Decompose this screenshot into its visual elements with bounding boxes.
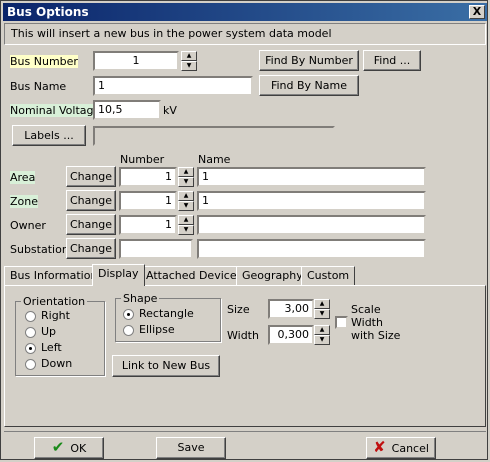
- orientation-caption: Orientation: [21, 295, 88, 308]
- owner-label: Owner: [10, 219, 46, 232]
- cross-icon: ✘: [373, 438, 386, 456]
- checkmark-icon: ✔: [51, 438, 65, 456]
- cancel-button[interactable]: ✘ Cancel: [366, 437, 436, 459]
- owner-spinner[interactable]: ▲ ▼: [178, 215, 194, 235]
- tab-bus-information[interactable]: Bus Information: [4, 266, 104, 285]
- ok-button[interactable]: ✔ OK: [34, 437, 104, 459]
- size-input[interactable]: 3,00: [268, 299, 314, 319]
- link-to-new-bus-button[interactable]: Link to New Bus: [112, 355, 220, 377]
- tab-geography[interactable]: Geography: [236, 266, 309, 285]
- scale-width-label-3: with Size: [351, 329, 401, 342]
- window-title: Bus Options: [7, 5, 89, 19]
- find-button[interactable]: Find ...: [363, 50, 421, 71]
- bus-number-label: Bus Number: [10, 55, 78, 68]
- title-bar: Bus Options X: [3, 3, 487, 21]
- spin-up-icon[interactable]: ▲: [314, 325, 330, 335]
- tab-attached-devices[interactable]: Attached Devices: [140, 266, 249, 285]
- ok-label: OK: [70, 442, 87, 455]
- save-button[interactable]: Save: [156, 437, 226, 459]
- spin-up-icon[interactable]: ▲: [314, 299, 330, 309]
- owner-number-input[interactable]: 1: [119, 215, 177, 235]
- width-label: Width: [227, 329, 259, 342]
- zone-number-input[interactable]: 1: [119, 191, 177, 211]
- zone-label: Zone: [10, 195, 39, 208]
- shape-rectangle-label: Rectangle: [139, 307, 194, 320]
- nominal-voltage-unit: kV: [163, 104, 177, 117]
- shape-caption: Shape: [121, 292, 160, 305]
- number-column-header: Number: [120, 153, 165, 166]
- labels-field: [93, 126, 335, 146]
- shape-ellipse-radio[interactable]: [123, 325, 134, 336]
- spin-down-icon[interactable]: ▼: [178, 201, 194, 211]
- owner-change-button[interactable]: Change: [66, 214, 116, 235]
- bus-name-input[interactable]: 1: [93, 76, 253, 96]
- orientation-up-radio[interactable]: [25, 327, 36, 338]
- zone-spinner[interactable]: ▲ ▼: [178, 191, 194, 211]
- substation-name-input[interactable]: [197, 239, 426, 259]
- bus-name-label: Bus Name: [10, 80, 67, 93]
- orientation-right-radio[interactable]: [25, 311, 36, 322]
- nominal-voltage-input[interactable]: 10,5: [93, 100, 161, 120]
- spin-up-icon[interactable]: ▲: [178, 215, 194, 225]
- zone-change-button[interactable]: Change: [66, 190, 116, 211]
- area-change-button[interactable]: Change: [66, 166, 116, 187]
- bus-number-spinner[interactable]: ▲ ▼: [181, 51, 197, 71]
- scale-width-label-2: Width: [351, 316, 383, 329]
- nominal-voltage-label: Nominal Voltage: [10, 104, 101, 117]
- info-message: This will insert a new bus in the power …: [4, 23, 486, 45]
- cancel-label: Cancel: [391, 442, 429, 455]
- name-column-header: Name: [198, 153, 231, 166]
- shape-rectangle-radio[interactable]: [123, 309, 134, 320]
- scale-width-checkbox[interactable]: [335, 316, 348, 329]
- area-spinner[interactable]: ▲ ▼: [178, 167, 194, 187]
- bus-options-dialog: Bus Options X This will insert a new bus…: [0, 0, 488, 460]
- spin-down-icon[interactable]: ▼: [181, 61, 197, 71]
- find-by-name-button[interactable]: Find By Name: [259, 75, 359, 96]
- tab-display[interactable]: Display: [92, 264, 145, 286]
- spin-up-icon[interactable]: ▲: [178, 167, 194, 177]
- substation-label: Substation: [10, 243, 69, 256]
- area-name-input[interactable]: 1: [197, 167, 426, 187]
- spin-down-icon[interactable]: ▼: [314, 335, 330, 345]
- scale-width-label-1: Scale: [351, 303, 381, 316]
- display-tab-panel: Orientation Right Up Left Down Shape Rec…: [4, 285, 486, 427]
- bus-number-input[interactable]: 1: [93, 51, 179, 71]
- orientation-right-label: Right: [41, 309, 70, 322]
- orientation-up-label: Up: [41, 325, 57, 338]
- size-spinner[interactable]: ▲ ▼: [314, 299, 330, 319]
- close-button[interactable]: X: [469, 5, 485, 19]
- orientation-left-label: Left: [41, 341, 62, 354]
- orientation-down-label: Down: [41, 357, 73, 370]
- shape-group: Shape Rectangle Ellipse: [115, 292, 221, 342]
- spin-up-icon[interactable]: ▲: [181, 51, 197, 61]
- spin-down-icon[interactable]: ▼: [178, 177, 194, 187]
- orientation-group: Orientation Right Up Left Down: [15, 295, 105, 376]
- owner-name-input[interactable]: [197, 215, 426, 235]
- labels-button[interactable]: Labels ...: [12, 125, 86, 146]
- size-label: Size: [227, 303, 250, 316]
- area-label: Area: [10, 171, 36, 184]
- shape-ellipse-label: Ellipse: [139, 323, 175, 336]
- spin-down-icon[interactable]: ▼: [314, 309, 330, 319]
- substation-change-button[interactable]: Change: [66, 238, 116, 259]
- width-spinner[interactable]: ▲ ▼: [314, 325, 330, 345]
- area-number-input[interactable]: 1: [119, 167, 177, 187]
- find-by-number-button[interactable]: Find By Number: [259, 50, 359, 71]
- orientation-down-radio[interactable]: [25, 359, 36, 370]
- width-input[interactable]: 0,300: [268, 325, 314, 345]
- zone-name-input[interactable]: 1: [197, 191, 426, 211]
- spin-down-icon[interactable]: ▼: [178, 225, 194, 235]
- footer-divider: [4, 431, 486, 432]
- substation-number-input[interactable]: [119, 239, 193, 259]
- spin-up-icon[interactable]: ▲: [178, 191, 194, 201]
- orientation-left-radio[interactable]: [25, 343, 36, 354]
- tab-custom[interactable]: Custom: [301, 266, 356, 285]
